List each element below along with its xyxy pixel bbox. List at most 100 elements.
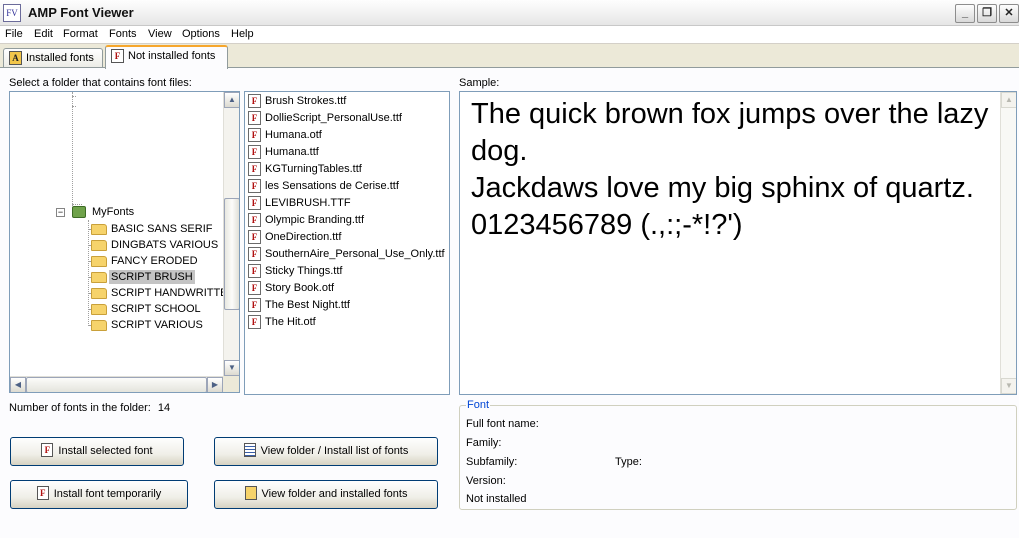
version-label: Version: [466, 475, 506, 487]
scroll-up-arrow-icon[interactable]: ▲ [224, 92, 239, 108]
font-file-item[interactable]: F OneDirection.ttf [248, 229, 341, 245]
font-file-name: Story Book.otf [265, 282, 335, 294]
font-file-icon: F [41, 443, 54, 458]
font-file-item[interactable]: F Story Book.otf [248, 280, 334, 296]
font-file-name: Brush Strokes.ttf [265, 95, 347, 107]
font-info-group: Font Full font name: Family: Subfamily: … [459, 399, 1017, 510]
sample-vertical-scrollbar[interactable]: ▲ ▼ [1000, 92, 1016, 394]
font-file-item[interactable]: F Sticky Things.ttf [248, 263, 342, 279]
font-file-item[interactable]: F Humana.ttf [248, 144, 319, 160]
tab-installed-fonts[interactable]: A Installed fonts [3, 48, 103, 68]
menu-help[interactable]: Help [231, 28, 254, 40]
scroll-down-arrow-icon[interactable]: ▼ [224, 360, 239, 376]
tree-folder-dingbats-various[interactable]: DINGBATS VARIOUS [109, 238, 220, 252]
font-file-icon: F [36, 486, 49, 501]
font-file-item[interactable]: F Humana.otf [248, 127, 322, 143]
font-file-name: OneDirection.ttf [265, 231, 342, 243]
font-file-name: LEVIBRUSH.TTF [265, 197, 351, 209]
font-file-item[interactable]: F The Hit.otf [248, 314, 316, 330]
font-file-icon: F [248, 111, 261, 125]
button-label: View folder / Install list of fonts [260, 445, 409, 457]
view-folder-install-list-button[interactable]: View folder / Install list of fonts [214, 437, 438, 466]
menu-format[interactable]: Format [63, 28, 98, 40]
folder-view-icon [244, 486, 257, 501]
menu-file[interactable]: File [5, 28, 23, 40]
folder-icon [91, 288, 107, 299]
title-bar[interactable]: FV AMP Font Viewer _ ❐ ✕ [0, 0, 1019, 26]
font-file-icon: F [248, 315, 261, 329]
tree-folder-script-handwritten[interactable]: SCRIPT HANDWRITTEN [109, 286, 237, 300]
font-file-icon: F [248, 145, 261, 159]
font-file-name: The Hit.otf [265, 316, 316, 328]
tree-horizontal-scrollbar[interactable]: ◀ ▶ [10, 376, 223, 392]
scroll-right-arrow-icon[interactable]: ▶ [207, 377, 223, 392]
folder-icon [91, 224, 107, 235]
menu-options[interactable]: Options [182, 28, 220, 40]
folder-tree[interactable]: − MyFonts BASIC SANS SERIF DINGBATS VARI… [9, 91, 240, 393]
scroll-left-arrow-icon[interactable]: ◀ [10, 377, 26, 392]
folder-icon [91, 320, 107, 331]
tree-folder-basic-sans-serif[interactable]: BASIC SANS SERIF [109, 222, 214, 236]
font-file-item[interactable]: F Olympic Branding.ttf [248, 212, 364, 228]
menu-view[interactable]: View [148, 28, 172, 40]
font-file-icon: F [248, 128, 261, 142]
font-file-name: SouthernAire_Personal_Use_Only.ttf [265, 248, 445, 260]
font-file-name: Olympic Branding.ttf [265, 214, 365, 226]
close-button[interactable]: ✕ [999, 4, 1019, 23]
window-title: AMP Font Viewer [28, 5, 134, 20]
menu-bar: File Edit Format Fonts View Options Help [0, 26, 1019, 44]
tab-strip: A Installed fonts F Not installed fonts [0, 44, 1019, 69]
font-file-item[interactable]: F Brush Strokes.ttf [248, 93, 346, 109]
font-file-item[interactable]: F SouthernAire_Personal_Use_Only.ttf [248, 246, 445, 262]
font-file-icon: F [248, 162, 261, 176]
font-file-icon: F [111, 49, 124, 63]
collapse-toggle[interactable]: − [56, 208, 65, 217]
scroll-corner [223, 376, 239, 392]
font-file-name: les Sensations de Cerise.ttf [265, 180, 399, 192]
font-file-item[interactable]: Fles Sensations de Cerise.ttf [248, 178, 399, 194]
font-file-name: Sticky Things.ttf [265, 265, 343, 277]
tab-not-installed-fonts[interactable]: F Not installed fonts [105, 45, 228, 69]
scroll-thumb[interactable] [26, 377, 207, 392]
tree-line [88, 220, 89, 326]
install-selected-font-button[interactable]: F Install selected font [10, 437, 184, 466]
font-file-item[interactable]: F DollieScript_PersonalUse.ttf [248, 110, 402, 126]
minimize-button[interactable]: _ [955, 4, 975, 23]
menu-fonts[interactable]: Fonts [109, 28, 137, 40]
folder-tree-icon [72, 206, 86, 218]
button-label: Install selected font [58, 445, 153, 457]
font-file-icon: F [248, 179, 261, 193]
tab-label: Installed fonts [26, 52, 94, 64]
sample-text: The quick brown fox jumps over the lazy … [471, 98, 989, 241]
tree-folder-script-school[interactable]: SCRIPT SCHOOL [109, 302, 203, 316]
font-file-item[interactable]: F LEVIBRUSH.TTF [248, 195, 351, 211]
tree-folder-script-various[interactable]: SCRIPT VARIOUS [109, 318, 205, 332]
tree-folder-script-brush[interactable]: SCRIPT BRUSH [109, 270, 195, 284]
button-label: View folder and installed fonts [261, 488, 408, 500]
font-file-name: Humana.ttf [265, 146, 319, 158]
restore-button[interactable]: ❐ [977, 4, 997, 23]
font-file-list[interactable]: F Brush Strokes.ttf F DollieScript_Personal… [244, 91, 450, 395]
folder-icon [91, 304, 107, 315]
tab-label: Not installed fonts [128, 50, 216, 62]
folder-panel-label: Select a folder that contains font files… [9, 77, 192, 89]
view-folder-installed-fonts-button[interactable]: View folder and installed fonts [214, 480, 438, 509]
tree-root-myfonts[interactable]: MyFonts [90, 205, 136, 219]
menu-edit[interactable]: Edit [34, 28, 53, 40]
font-file-icon: F [248, 196, 261, 210]
font-file-name: DollieScript_PersonalUse.ttf [265, 112, 402, 124]
scroll-thumb[interactable] [224, 198, 239, 310]
list-icon [243, 443, 256, 458]
font-file-icon: F [248, 230, 261, 244]
install-font-temporarily-button[interactable]: F Install font temporarily [10, 480, 188, 509]
font-file-icon: F [248, 213, 261, 227]
font-file-item[interactable]: F KGTurningTables.ttf [248, 161, 362, 177]
font-file-icon: F [248, 281, 261, 295]
scroll-up-arrow-icon[interactable]: ▲ [1001, 92, 1016, 108]
tree-vertical-scrollbar[interactable]: ▲ ▼ [223, 92, 239, 376]
installed-fonts-icon: A [9, 51, 22, 65]
font-file-icon: F [248, 298, 261, 312]
scroll-down-arrow-icon[interactable]: ▼ [1001, 378, 1016, 394]
font-file-item[interactable]: F The Best Night.ttf [248, 297, 350, 313]
tree-folder-fancy-eroded[interactable]: FANCY ERODED [109, 254, 200, 268]
